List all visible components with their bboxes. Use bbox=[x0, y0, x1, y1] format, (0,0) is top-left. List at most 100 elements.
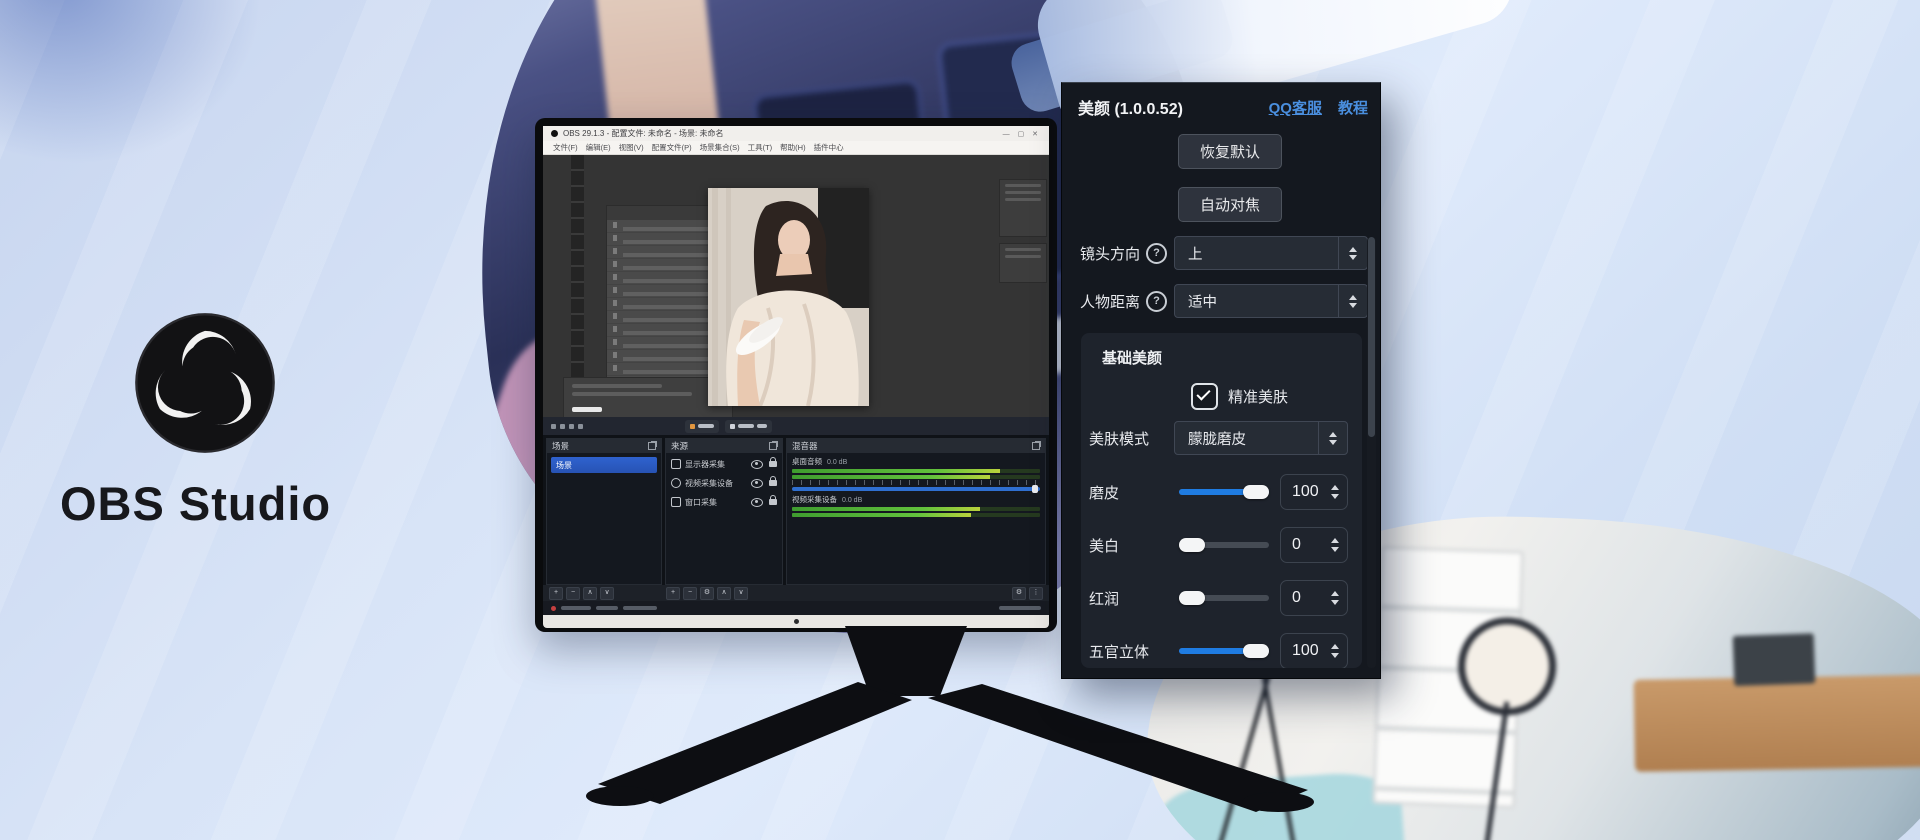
slider-track[interactable] bbox=[1179, 595, 1269, 601]
select-spinner-icon[interactable] bbox=[1338, 285, 1367, 317]
lock-icon[interactable] bbox=[769, 499, 777, 505]
spin-up-icon[interactable] bbox=[1331, 538, 1339, 543]
display-capture-icon bbox=[671, 459, 681, 469]
camera-direction-row: 镜头方向 ? 上 bbox=[1080, 237, 1368, 269]
obs-window-title: OBS 29.1.3 - 配置文件: 未命名 - 场景: 未命名 bbox=[563, 128, 723, 139]
obs-titlebar: OBS 29.1.3 - 配置文件: 未命名 - 场景: 未命名 — ▢ ✕ bbox=[543, 126, 1049, 141]
portrait-photo bbox=[708, 188, 869, 406]
beauty-panel-title: 美颜 (1.0.0.52) bbox=[1078, 95, 1183, 119]
dock-popout-icon[interactable] bbox=[648, 442, 656, 450]
menu-tools[interactable]: 工具(T) bbox=[748, 142, 773, 153]
menu-scene-collection[interactable]: 场景集合(S) bbox=[700, 142, 740, 153]
panel-scrollbar[interactable] bbox=[1367, 237, 1376, 668]
dock-popout-icon[interactable] bbox=[1032, 442, 1040, 450]
square-icon bbox=[730, 424, 735, 429]
move-down-button[interactable]: ∨ bbox=[600, 587, 614, 600]
scene-list-item-selected[interactable]: 场景 bbox=[551, 457, 657, 473]
skin-mode-row: 美肤模式 朦胧磨皮 bbox=[1089, 421, 1348, 455]
add-button[interactable]: + bbox=[666, 587, 680, 600]
channel-db-value: 0.0 dB bbox=[827, 459, 847, 466]
remove-button[interactable]: − bbox=[566, 587, 580, 600]
menu-file[interactable]: 文件(F) bbox=[553, 142, 578, 153]
visibility-eye-icon[interactable] bbox=[751, 498, 763, 507]
mixer-channel: 视频采集设备0.0 dB bbox=[787, 491, 1045, 517]
value-spinner[interactable]: 0 bbox=[1280, 527, 1348, 563]
slider-handle[interactable] bbox=[1243, 644, 1269, 658]
menu-view[interactable]: 视图(V) bbox=[619, 142, 644, 153]
person-distance-select[interactable]: 适中 bbox=[1174, 284, 1368, 318]
remove-button[interactable]: − bbox=[683, 587, 697, 600]
obs-window-logo-icon bbox=[551, 130, 558, 137]
obs-preview-area bbox=[543, 155, 1049, 417]
section-title: 基础美颜 bbox=[1102, 347, 1162, 368]
camera-direction-select[interactable]: 上 bbox=[1174, 236, 1368, 270]
person-distance-row: 人物距离 ? 适中 bbox=[1080, 285, 1368, 317]
precise-skin-checkbox-row[interactable]: 精准美肤 bbox=[1191, 383, 1288, 410]
add-button[interactable]: + bbox=[549, 587, 563, 600]
spin-up-icon[interactable] bbox=[1331, 485, 1339, 490]
spin-down-icon[interactable] bbox=[1331, 494, 1339, 499]
tutorial-link[interactable]: 教程 bbox=[1338, 97, 1368, 118]
menu-profile[interactable]: 配置文件(P) bbox=[652, 142, 692, 153]
orange-diamond-icon bbox=[690, 424, 695, 429]
menu-plugin-center[interactable]: 插件中心 bbox=[814, 142, 844, 153]
visibility-eye-icon[interactable] bbox=[751, 479, 763, 488]
autofocus-button[interactable]: 自动对焦 bbox=[1178, 187, 1282, 222]
mixer-dock-title: 混音器 bbox=[792, 440, 818, 452]
volume-slider[interactable] bbox=[792, 487, 1040, 491]
visibility-eye-icon[interactable] bbox=[751, 460, 763, 469]
window-controls[interactable]: — ▢ ✕ bbox=[1003, 130, 1041, 138]
channel-db-value: 0.0 dB bbox=[842, 497, 862, 504]
slider-handle[interactable] bbox=[1179, 591, 1205, 605]
lock-icon[interactable] bbox=[769, 480, 777, 486]
preview-mini-icons bbox=[551, 424, 583, 429]
checkbox-checked-icon[interactable] bbox=[1191, 383, 1218, 410]
spin-up-icon[interactable] bbox=[1331, 591, 1339, 596]
slider-track[interactable] bbox=[1179, 489, 1269, 495]
slider-track[interactable] bbox=[1179, 648, 1269, 654]
dock-popout-icon[interactable] bbox=[769, 442, 777, 450]
spin-down-icon[interactable] bbox=[1331, 600, 1339, 605]
select-spinner-icon[interactable] bbox=[1338, 237, 1367, 269]
menu-help[interactable]: 帮助(H) bbox=[780, 142, 805, 153]
more-menu-button[interactable]: ⋮ bbox=[1029, 587, 1043, 600]
docks-toolbar: + − ∧ ∨ + − ⚙ ∧ ∨ ⚙ ⋮ bbox=[543, 585, 1049, 601]
menu-edit[interactable]: 编辑(E) bbox=[586, 142, 611, 153]
lock-icon[interactable] bbox=[769, 461, 777, 467]
source-list-item[interactable]: 显示器采集 bbox=[666, 456, 782, 472]
source-properties-button[interactable]: ⚙ bbox=[700, 587, 714, 600]
spin-up-icon[interactable] bbox=[1331, 644, 1339, 649]
meter-ticks bbox=[792, 480, 1040, 485]
audio-meter bbox=[792, 469, 1040, 473]
spin-down-icon[interactable] bbox=[1331, 547, 1339, 552]
move-up-button[interactable]: ∧ bbox=[717, 587, 731, 600]
editor-side-panels bbox=[999, 179, 1045, 289]
source-list-item[interactable]: 窗口采集 bbox=[666, 494, 782, 510]
advanced-audio-button[interactable]: ⚙ bbox=[1012, 587, 1026, 600]
value-spinner[interactable]: 0 bbox=[1280, 580, 1348, 616]
help-icon[interactable]: ? bbox=[1146, 243, 1167, 264]
restore-defaults-button[interactable]: 恢复默认 bbox=[1178, 134, 1282, 169]
preview-tab-button[interactable] bbox=[685, 420, 719, 433]
source-list-item[interactable]: 视频采集设备 bbox=[666, 475, 782, 491]
page: OBS Studio OBS 29.1.3 - 配置文件: 未命名 - 场景: … bbox=[0, 0, 1920, 840]
help-icon[interactable]: ? bbox=[1146, 291, 1167, 312]
skin-mode-select[interactable]: 朦胧磨皮 bbox=[1174, 421, 1348, 455]
slider-handle[interactable] bbox=[1179, 538, 1205, 552]
preview-tab-row bbox=[543, 417, 1049, 435]
mixer-channel: 桌面音频0.0 dB bbox=[787, 453, 1045, 491]
value-spinner[interactable]: 100 bbox=[1280, 474, 1348, 510]
value-spinner[interactable]: 100 bbox=[1280, 633, 1348, 668]
slider-handle[interactable] bbox=[1243, 485, 1269, 499]
qq-support-link[interactable]: QQ客服 bbox=[1269, 97, 1322, 118]
select-spinner-icon[interactable] bbox=[1318, 422, 1347, 454]
scenes-dock: 场景 场景 bbox=[546, 438, 662, 585]
move-down-button[interactable]: ∨ bbox=[734, 587, 748, 600]
spin-down-icon[interactable] bbox=[1331, 653, 1339, 658]
video-capture-icon bbox=[671, 478, 681, 488]
preview-tab-button[interactable] bbox=[725, 420, 772, 433]
obs-wordmark: OBS Studio bbox=[60, 476, 420, 531]
obs-menubar: 文件(F) 编辑(E) 视图(V) 配置文件(P) 场景集合(S) 工具(T) … bbox=[543, 141, 1049, 155]
move-up-button[interactable]: ∧ bbox=[583, 587, 597, 600]
slider-track[interactable] bbox=[1179, 542, 1269, 548]
